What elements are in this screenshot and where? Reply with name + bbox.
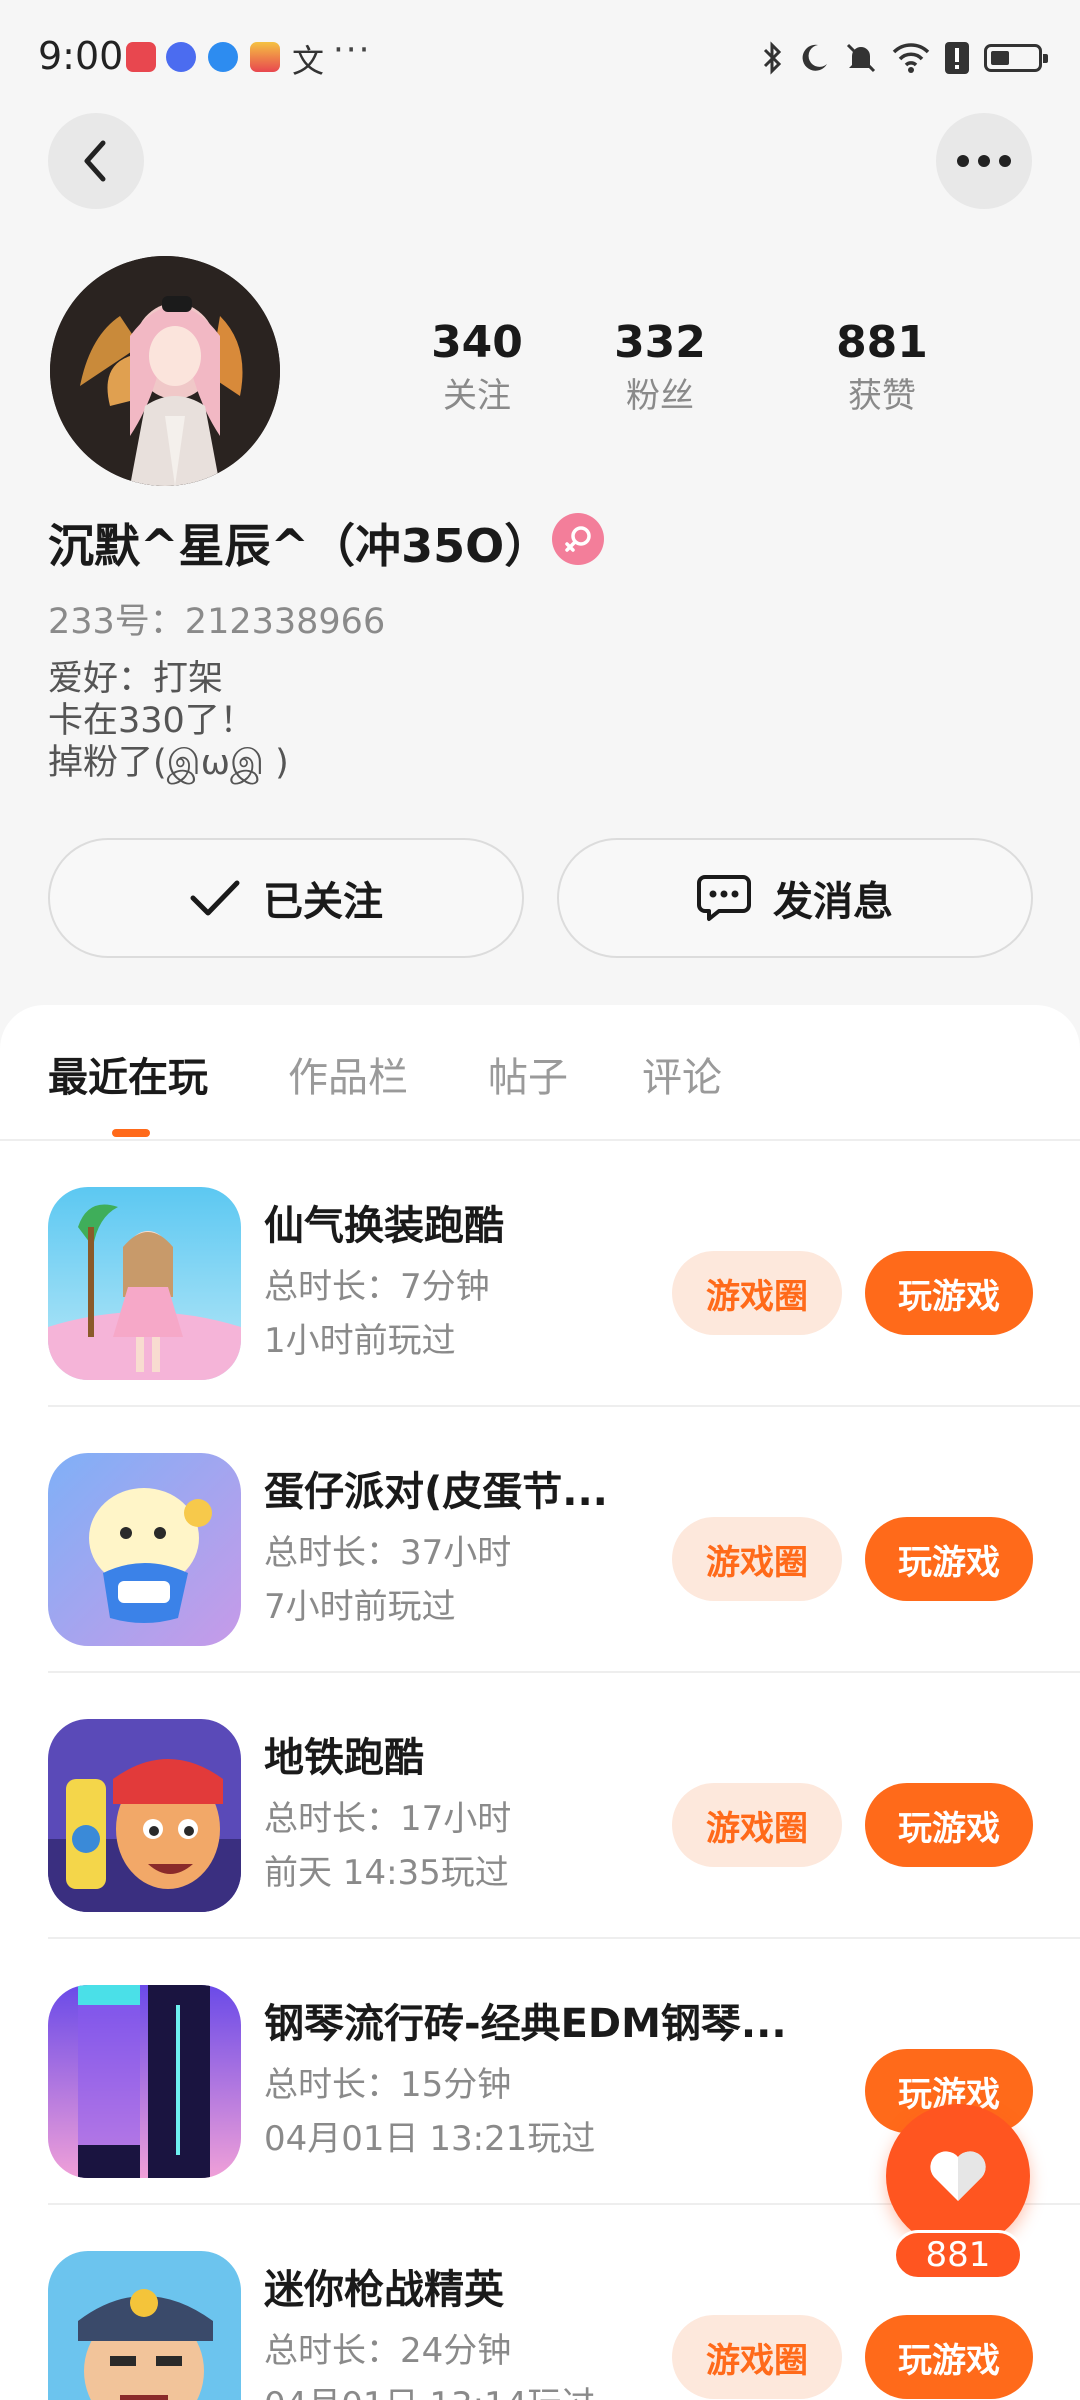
stat-followers[interactable]: 332 粉丝 (570, 315, 750, 421)
game-title: 仙气换装跑酷 (264, 1203, 504, 1249)
game-title: 蛋仔派对(皮蛋节... (264, 1469, 608, 1515)
tab-indicator (112, 1129, 150, 1137)
back-button[interactable] (48, 113, 144, 209)
game-row[interactable]: 地铁跑酷 总时长：17小时 前天 14:35玩过 游戏圈 玩游戏 (48, 1673, 1080, 1939)
game-icon (48, 1719, 241, 1912)
stat-label: 粉丝 (626, 376, 694, 416)
chevron-left-icon (84, 140, 106, 182)
play-game-button[interactable]: 玩游戏 (865, 1517, 1033, 1601)
tab-posts[interactable]: 帖子 (488, 1045, 568, 1103)
game-row[interactable]: 仙气换装跑酷 总时长：7分钟 1小时前玩过 游戏圈 玩游戏 (48, 1141, 1080, 1407)
game-last-played: 7小时前玩过 (264, 1587, 456, 1627)
avatar-image (50, 256, 280, 486)
avatar[interactable] (50, 256, 280, 486)
stat-value: 332 (614, 317, 706, 368)
bluetooth-icon (763, 41, 782, 75)
status-time: 9:00 (38, 34, 124, 78)
music-icon (166, 42, 196, 72)
translate-icon: 文 (292, 42, 325, 80)
following-label: 已关注 (263, 879, 383, 925)
user-id: 233号：212338966 (48, 602, 386, 642)
battery-icon (984, 44, 1048, 72)
game-duration: 总时长：15分钟 (264, 2065, 512, 2105)
game-icon (48, 2251, 241, 2400)
game-duration: 总时长：17小时 (264, 1799, 512, 1839)
play-game-button[interactable]: 玩游戏 (865, 1251, 1033, 1335)
game-duration: 总时长：37小时 (264, 1533, 512, 1573)
stat-value: 881 (836, 317, 928, 368)
stat-following[interactable]: 340 关注 (387, 315, 567, 421)
game-last-played: 04月01日 13:14玩过 (264, 2377, 595, 2400)
stat-label: 关注 (443, 376, 511, 416)
like-button[interactable] (886, 2104, 1030, 2248)
tab-comments[interactable]: 评论 (642, 1045, 722, 1103)
following-button[interactable]: 已关注 (48, 838, 524, 958)
like-count: 881 (893, 2230, 1023, 2280)
game-circle-button[interactable]: 游戏圈 (672, 1251, 842, 1335)
status-right-icons (762, 38, 1048, 78)
bio: 爱好：打架 卡在330了！ 掉粉了(இωஇ ) (48, 659, 289, 783)
check-icon (190, 880, 240, 916)
nickname: 沉默^星辰^（冲35O） (48, 519, 551, 573)
tab-recently-played[interactable]: 最近在玩 (48, 1045, 208, 1103)
wifi-icon (892, 43, 930, 73)
game-circle-button[interactable]: 游戏圈 (672, 1783, 842, 1867)
game-duration: 总时长：7分钟 (264, 1267, 490, 1307)
game-icon (48, 1453, 241, 1646)
game-icon (48, 1985, 241, 2178)
mute-icon (846, 43, 876, 73)
status-bar: 9:00 文 ··· (0, 0, 1080, 115)
heart-icon (930, 2151, 986, 2201)
send-message-label: 发消息 (773, 879, 893, 925)
game-row[interactable]: 蛋仔派对(皮蛋节... 总时长：37小时 7小时前玩过 游戏圈 玩游戏 (48, 1407, 1080, 1673)
gallery-icon (250, 42, 280, 72)
browser-icon (208, 42, 238, 72)
play-game-button[interactable]: 玩游戏 (865, 1783, 1033, 1867)
game-duration: 总时长：24分钟 (264, 2331, 512, 2371)
tab-works[interactable]: 作品栏 (288, 1045, 408, 1103)
tab-bar: 最近在玩 作品栏 帖子 评论 (0, 1005, 1080, 1141)
play-game-button[interactable]: 玩游戏 (865, 2315, 1033, 2399)
moon-icon (802, 44, 827, 71)
more-options-button[interactable] (936, 113, 1032, 209)
stat-likes[interactable]: 881 获赞 (792, 315, 972, 421)
alert-icon (945, 42, 969, 74)
stat-label: 获赞 (848, 376, 916, 416)
game-title: 迷你枪战精英 (264, 2267, 504, 2313)
profile-page: 9:00 文 ··· 340 关注 332 粉丝 881 获赞 沉默^星辰^（冲… (0, 0, 1080, 2400)
game-title: 钢琴流行砖-经典EDM钢琴... (264, 2001, 787, 2047)
chat-bubble-icon (697, 875, 751, 921)
stat-value: 340 (431, 317, 523, 368)
game-circle-button[interactable]: 游戏圈 (672, 1517, 842, 1601)
game-circle-button[interactable]: 游戏圈 (672, 2315, 842, 2399)
game-title: 地铁跑酷 (264, 1735, 424, 1781)
more-icon (957, 155, 1011, 167)
notification-more: ··· (333, 30, 372, 70)
game-last-played: 1小时前玩过 (264, 1321, 456, 1361)
app-notification-icon (126, 42, 156, 72)
game-icon (48, 1187, 241, 1380)
send-message-button[interactable]: 发消息 (557, 838, 1033, 958)
female-gender-icon (552, 513, 604, 565)
game-last-played: 前天 14:35玩过 (264, 1853, 509, 1893)
game-last-played: 04月01日 13:21玩过 (264, 2119, 596, 2159)
